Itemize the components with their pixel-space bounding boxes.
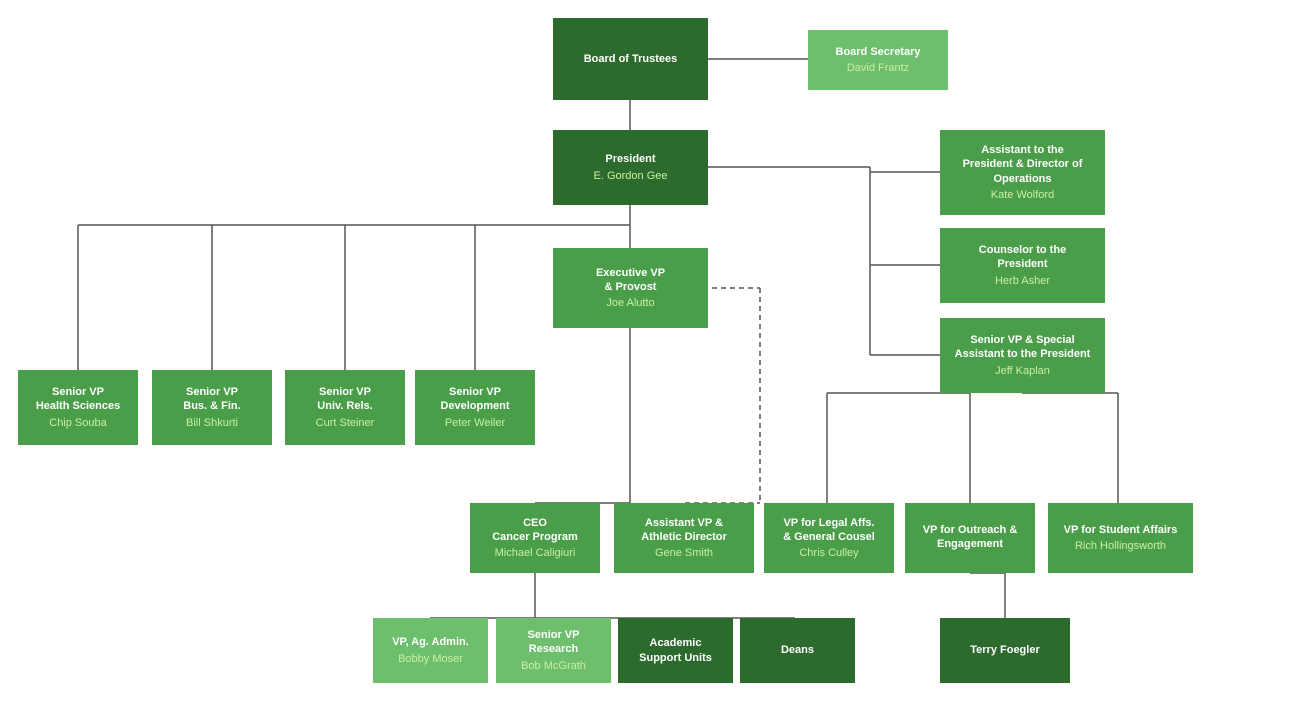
vp-ag-admin: VP, Ag. Admin. Bobby Moser xyxy=(373,618,488,683)
svp-bus-name: Bill Shkurti xyxy=(186,416,238,430)
svp-research-name: Bob McGrath xyxy=(521,659,586,673)
terry-foegler-title: Terry Foegler xyxy=(970,643,1040,657)
vp-legal-name: Chris Culley xyxy=(799,546,858,560)
svp-health-name: Chip Souba xyxy=(49,416,107,430)
svp-bus-title: Senior VPBus. & Fin. xyxy=(183,385,240,414)
vp-legal-title: VP for Legal Affs.& General Cousel xyxy=(783,516,875,545)
president: President E. Gordon Gee xyxy=(553,130,708,205)
president-name: E. Gordon Gee xyxy=(594,169,668,183)
svp-special-title: Senior VP & SpecialAssistant to the Pres… xyxy=(955,333,1091,362)
vp-outreach: VP for Outreach &Engagement xyxy=(905,503,1035,573)
asst-vp-name: Gene Smith xyxy=(655,546,713,560)
asst-president: Assistant to thePresident & Director ofO… xyxy=(940,130,1105,215)
svp-research-title: Senior VPResearch xyxy=(528,628,580,657)
vp-student-name: Rich Hollingsworth xyxy=(1075,539,1166,553)
svp-special-name: Jeff Kaplan xyxy=(995,364,1050,378)
vp-outreach-title: VP for Outreach &Engagement xyxy=(923,523,1018,552)
counselor-name: Herb Asher xyxy=(995,274,1050,288)
asst-vp-athletic: Assistant VP &Athletic Director Gene Smi… xyxy=(614,503,754,573)
counselor-president: Counselor to thePresident Herb Asher xyxy=(940,228,1105,303)
vp-ag-name: Bobby Moser xyxy=(398,652,463,666)
exec-vp-provost: Executive VP& Provost Joe Alutto xyxy=(553,248,708,328)
president-title: President xyxy=(605,152,655,166)
svp-univ-rels: Senior VPUniv. Rels. Curt Steiner xyxy=(285,370,405,445)
org-chart: Board of Trustees Board Secretary David … xyxy=(0,0,1296,715)
exec-vp-title: Executive VP& Provost xyxy=(596,266,665,295)
svp-bus-fin: Senior VPBus. & Fin. Bill Shkurti xyxy=(152,370,272,445)
vp-legal: VP for Legal Affs.& General Cousel Chris… xyxy=(764,503,894,573)
svp-health: Senior VPHealth Sciences Chip Souba xyxy=(18,370,138,445)
svp-univ-title: Senior VPUniv. Rels. xyxy=(317,385,372,414)
vp-student: VP for Student Affairs Rich Hollingswort… xyxy=(1048,503,1193,573)
svp-univ-name: Curt Steiner xyxy=(316,416,375,430)
academic-support: AcademicSupport Units xyxy=(618,618,733,683)
board-title: Board of Trustees xyxy=(584,52,678,66)
svp-research: Senior VPResearch Bob McGrath xyxy=(496,618,611,683)
counselor-title: Counselor to thePresident xyxy=(979,243,1066,272)
vp-ag-title: VP, Ag. Admin. xyxy=(392,635,469,649)
asst-president-name: Kate Wolford xyxy=(991,188,1054,202)
svp-health-title: Senior VPHealth Sciences xyxy=(36,385,120,414)
ceo-cancer: CEOCancer Program Michael Caligiuri xyxy=(470,503,600,573)
board-secretary-name: David Frantz xyxy=(847,61,909,75)
board-secretary-title: Board Secretary xyxy=(836,45,921,59)
svp-development: Senior VPDevelopment Peter Weiler xyxy=(415,370,535,445)
vp-student-title: VP for Student Affairs xyxy=(1064,523,1178,537)
senior-vp-special: Senior VP & SpecialAssistant to the Pres… xyxy=(940,318,1105,393)
board-of-trustees: Board of Trustees xyxy=(553,18,708,100)
asst-president-title: Assistant to thePresident & Director ofO… xyxy=(963,143,1083,186)
deans: Deans xyxy=(740,618,855,683)
terry-foegler: Terry Foegler xyxy=(940,618,1070,683)
deans-title: Deans xyxy=(781,643,814,657)
asst-vp-title: Assistant VP &Athletic Director xyxy=(641,516,727,545)
ceo-cancer-title: CEOCancer Program xyxy=(492,516,578,545)
svp-dev-name: Peter Weiler xyxy=(445,416,505,430)
ceo-cancer-name: Michael Caligiuri xyxy=(495,546,576,560)
board-secretary: Board Secretary David Frantz xyxy=(808,30,948,90)
exec-vp-name: Joe Alutto xyxy=(606,296,654,310)
svp-dev-title: Senior VPDevelopment xyxy=(440,385,509,414)
academic-support-title: AcademicSupport Units xyxy=(639,636,712,665)
